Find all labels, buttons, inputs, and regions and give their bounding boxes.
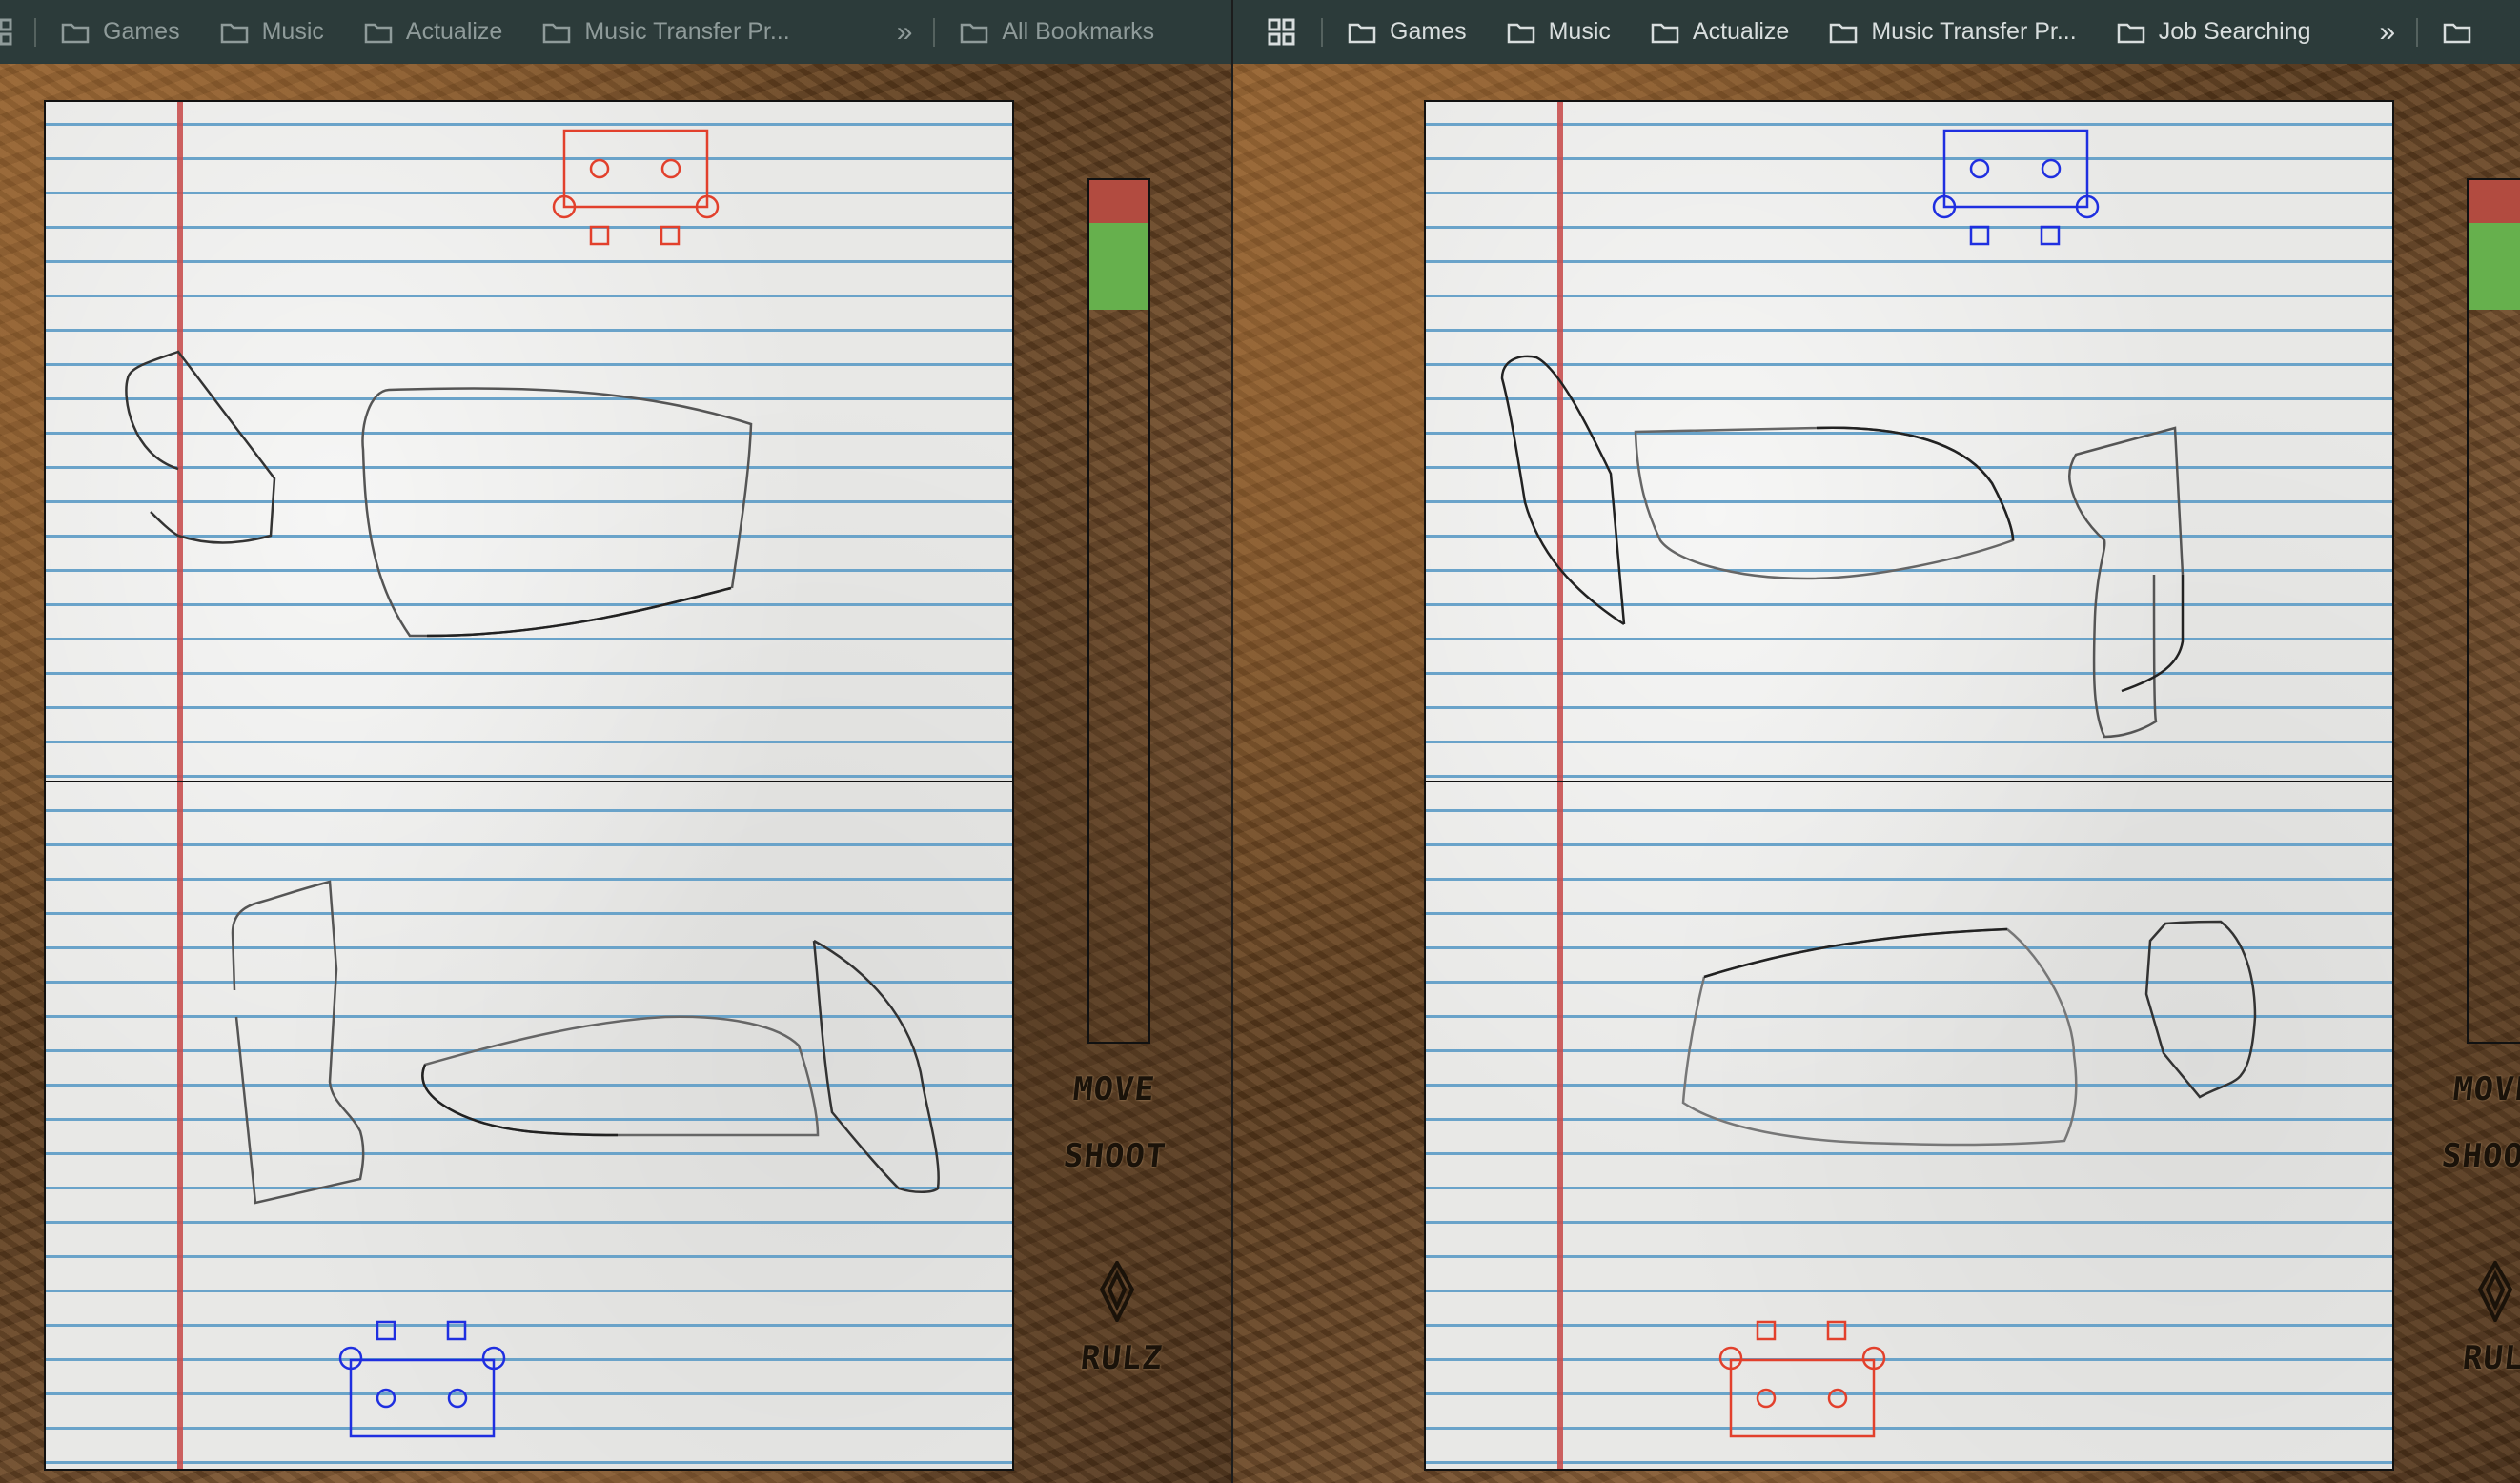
bookmark-label: Actualize [1692, 18, 1790, 45]
bookmark-music[interactable]: Music [220, 18, 324, 46]
bookmark-label: Music [1548, 18, 1611, 45]
folder-icon [61, 23, 90, 43]
bookmark-games[interactable]: Games [61, 18, 180, 46]
apps-grid-icon[interactable] [0, 18, 13, 47]
all-bookmarks[interactable]: All Bookmarks [960, 18, 1154, 46]
game-field[interactable] [44, 100, 1014, 1471]
damage-bar [2469, 180, 2520, 223]
apps-grid-icon[interactable] [1268, 18, 1296, 47]
move-button[interactable]: MOVE [2451, 1070, 2520, 1108]
bookmarks-overflow-button[interactable]: » [897, 16, 913, 49]
obstacle [1500, 355, 2185, 739]
right-browser-window: Games Music Actualize Music Transfer Pr.… [1233, 0, 2520, 1483]
game-field[interactable] [1424, 100, 2394, 1471]
bookmark-job-searching[interactable]: Job Searching [2117, 18, 2311, 46]
folder-icon[interactable] [2443, 21, 2471, 44]
rules-button[interactable]: RULZ [1079, 1339, 1165, 1377]
game-background: MOVE SHOOT RULZ [0, 64, 1231, 1483]
folder-icon [220, 23, 248, 43]
bookmark-label: Music Transfer Pr... [584, 18, 790, 45]
bookmarks-separator [1321, 17, 1323, 47]
bookmark-label: Actualize [405, 18, 503, 45]
health-meter [1087, 178, 1150, 1044]
rules-button[interactable]: RULZ [2461, 1339, 2520, 1377]
folder-icon [543, 23, 571, 43]
bookmark-actualize[interactable]: Actualize [364, 18, 502, 46]
bookmarks-bar: Games Music Actualize Music Transfer Pr.… [1233, 0, 2520, 64]
red-robot [1718, 1320, 1886, 1438]
bookmarks-separator [2416, 17, 2419, 47]
folder-icon [1348, 23, 1376, 43]
field-drawing [125, 129, 940, 1438]
red-robot [552, 129, 720, 246]
health-bar [1089, 223, 1148, 310]
bookmark-label: Music Transfer Pr... [1871, 18, 2077, 45]
move-button[interactable]: MOVE [1071, 1070, 1157, 1108]
folder-icon [961, 23, 988, 43]
game-background: MOVE SHOOT RULZ [1233, 64, 2520, 1483]
obstacle [231, 880, 940, 1205]
bookmark-games[interactable]: Games [1348, 18, 1467, 46]
field-drawing [1500, 129, 2257, 1438]
bookmarks-overflow-button[interactable]: » [2380, 16, 2396, 49]
bookmarks-bar: Games Music Actualize Music Transfer Pr.… [0, 0, 1231, 64]
blue-robot [1932, 129, 2100, 246]
folder-icon [1651, 23, 1679, 43]
diamond-icon [2478, 1261, 2512, 1322]
shoot-button[interactable]: SHOOT [2440, 1137, 2520, 1175]
bookmarks-separator [933, 17, 936, 47]
bookmark-music[interactable]: Music [1507, 18, 1611, 46]
blue-robot [338, 1320, 506, 1438]
bookmark-label: Games [103, 18, 180, 45]
bookmark-label: Music [261, 18, 324, 45]
obstacle [125, 350, 753, 638]
obstacle [1681, 920, 2257, 1147]
diamond-icon [1100, 1261, 1134, 1322]
health-bar [2469, 223, 2520, 310]
left-browser-window: Games Music Actualize Music Transfer Pr.… [0, 0, 1231, 1483]
bookmarks-separator [34, 17, 36, 47]
folder-icon [1830, 23, 1858, 43]
bookmark-label: Job Searching [2158, 18, 2311, 45]
folder-icon [364, 23, 393, 43]
shoot-button[interactable]: SHOOT [1062, 1137, 1169, 1175]
bookmark-label: Games [1390, 18, 1467, 45]
bookmark-actualize[interactable]: Actualize [1651, 18, 1789, 46]
folder-icon [2117, 23, 2144, 43]
bookmark-music-transfer[interactable]: Music Transfer Pr... [542, 18, 790, 46]
all-bookmarks-label: All Bookmarks [1002, 18, 1155, 45]
folder-icon [1507, 23, 1534, 43]
bookmark-music-transfer[interactable]: Music Transfer Pr... [1829, 18, 2077, 46]
health-meter [2467, 178, 2520, 1044]
damage-bar [1089, 180, 1148, 223]
